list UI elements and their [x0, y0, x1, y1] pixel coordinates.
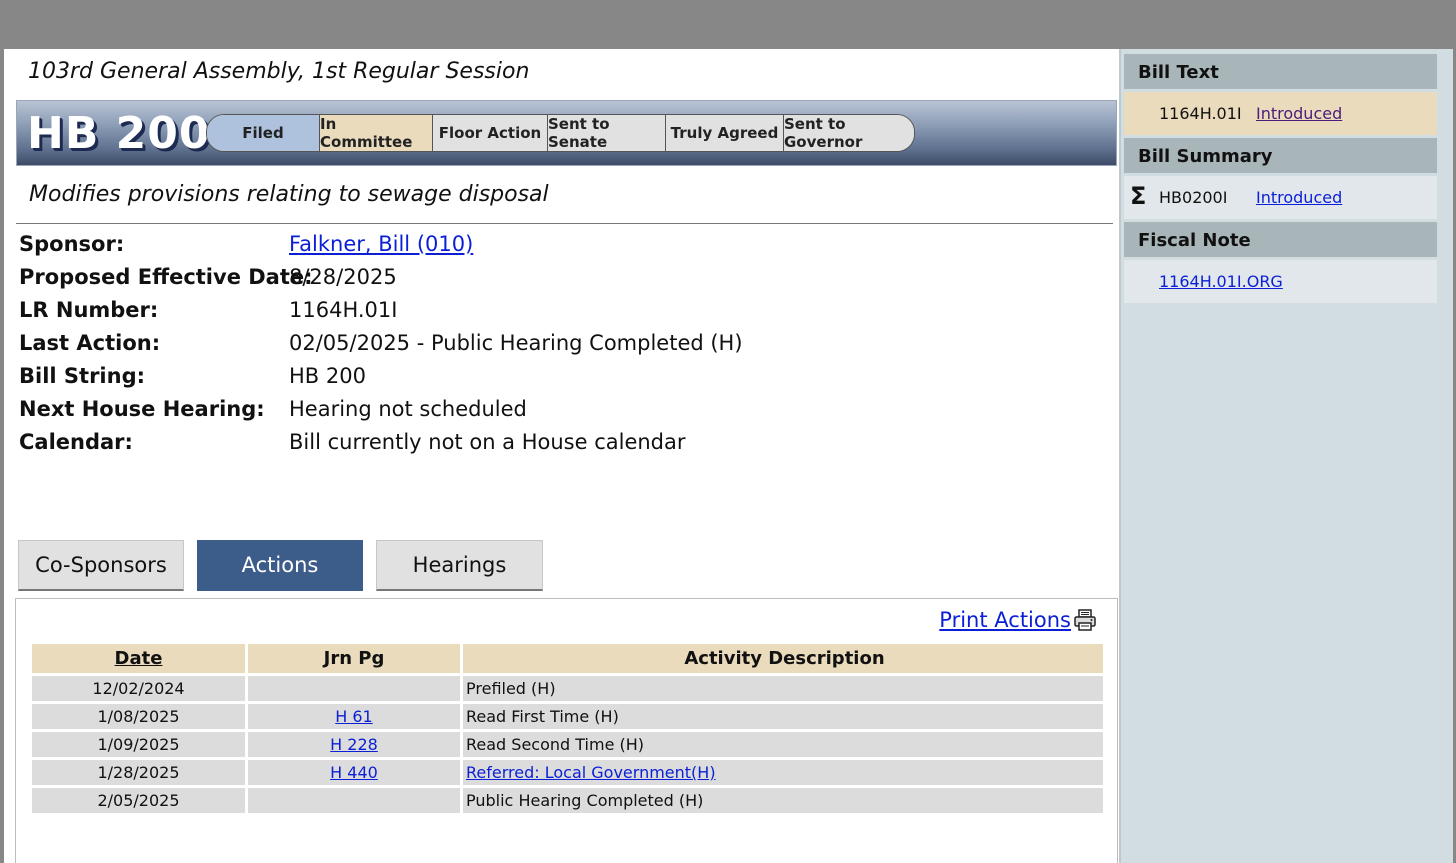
actions-table: Date Jrn Pg Activity Description 12/02/2… — [29, 641, 1106, 816]
journal-page-link[interactable]: H 228 — [330, 735, 378, 754]
action-jrn-pg — [248, 676, 460, 701]
bill-string-label: Bill String: — [19, 364, 146, 388]
status-step-sent-to-governor: Sent to Governor — [784, 115, 914, 151]
status-step-truly-agreed: Truly Agreed — [666, 115, 784, 151]
last-action-label: Last Action: — [19, 331, 161, 355]
calendar-label: Calendar: — [19, 430, 133, 454]
status-step-filed: Filed — [207, 115, 320, 151]
tab-co-sponsors[interactable]: Co-Sponsors — [18, 540, 184, 591]
status-step-sent-to-senate: Sent to Senate — [548, 115, 666, 151]
next-hearing-value: Hearing not scheduled — [289, 397, 527, 421]
action-date: 1/08/2025 — [32, 704, 245, 729]
fiscal-note-link[interactable]: 1164H.01I.ORG — [1159, 272, 1283, 291]
bill-number: HB 200 — [27, 108, 211, 159]
bill-summary-header: Bill Summary — [1124, 138, 1437, 173]
action-date: 1/28/2025 — [32, 760, 245, 785]
sponsor-label: Sponsor: — [19, 232, 125, 256]
calendar-value: Bill currently not on a House calendar — [289, 430, 686, 454]
print-actions-link[interactable]: Print Actions — [939, 608, 1071, 632]
activity-column-header: Activity Description — [463, 644, 1103, 673]
next-hearing-label: Next House Hearing: — [19, 397, 265, 421]
action-description: Read Second Time (H) — [463, 732, 1103, 757]
table-row: 2/05/2025 Public Hearing Completed (H) — [32, 788, 1103, 813]
bill-text-introduced-link[interactable]: Introduced — [1256, 104, 1342, 123]
bill-text-header: Bill Text — [1124, 54, 1437, 89]
action-description: Public Hearing Completed (H) — [463, 788, 1103, 813]
bill-summary-introduced-link[interactable]: Introduced — [1256, 188, 1342, 207]
date-column-header: Date — [32, 644, 245, 673]
bill-text-code: 1164H.01I — [1159, 104, 1242, 123]
action-date: 12/02/2024 — [32, 676, 245, 701]
sigma-icon: Σ — [1130, 182, 1147, 210]
tab-hearings[interactable]: Hearings — [376, 540, 543, 591]
lr-number-value: 1164H.01I — [289, 298, 398, 322]
page: 103rd General Assembly, 1st Regular Sess… — [4, 49, 1453, 863]
journal-page-link[interactable]: H 61 — [335, 707, 372, 726]
session-title: 103rd General Assembly, 1st Regular Sess… — [28, 59, 530, 84]
bill-summary-row: Σ HB0200I Introduced — [1124, 176, 1437, 219]
fiscal-note-row: 1164H.01I.ORG — [1124, 260, 1437, 303]
action-description: Referred: Local Government(H) — [463, 760, 1103, 785]
action-jrn-pg: H 61 — [248, 704, 460, 729]
table-row: 1/08/2025 H 61 Read First Time (H) — [32, 704, 1103, 729]
divider — [16, 223, 1113, 224]
effective-date-value: 8/28/2025 — [289, 265, 397, 289]
committee-referral-link[interactable]: Referred: Local Government(H) — [466, 763, 716, 782]
bill-summary-code: HB0200I — [1159, 188, 1228, 207]
last-action-value: 02/05/2025 - Public Hearing Completed (H… — [289, 331, 743, 355]
action-jrn-pg: H 228 — [248, 732, 460, 757]
action-date: 2/05/2025 — [32, 788, 245, 813]
printer-icon[interactable] — [1073, 608, 1097, 632]
sidebar: Bill Text 1164H.01I Introduced Bill Summ… — [1119, 49, 1453, 863]
sort-by-date-link[interactable]: Date — [115, 648, 163, 669]
bill-description: Modifies provisions relating to sewage d… — [29, 182, 549, 207]
action-description: Read First Time (H) — [463, 704, 1103, 729]
jrn-pg-column-header: Jrn Pg — [248, 644, 460, 673]
lr-number-label: LR Number: — [19, 298, 159, 322]
action-description: Prefiled (H) — [463, 676, 1103, 701]
action-date: 1/09/2025 — [32, 732, 245, 757]
tab-actions[interactable]: Actions — [197, 540, 363, 591]
table-header-row: Date Jrn Pg Activity Description — [32, 644, 1103, 673]
sponsor-link[interactable]: Falkner, Bill (010) — [289, 232, 473, 256]
effective-date-label: Proposed Effective Date: — [19, 265, 313, 289]
journal-page-link[interactable]: H 440 — [330, 763, 378, 782]
bill-text-row: 1164H.01I Introduced — [1124, 92, 1437, 135]
bill-string-value: HB 200 — [289, 364, 366, 388]
table-row: 12/02/2024 Prefiled (H) — [32, 676, 1103, 701]
table-row: 1/28/2025 H 440 Referred: Local Governme… — [32, 760, 1103, 785]
bill-banner: HB 200 Filed In Committee Floor Action S… — [16, 100, 1117, 166]
fiscal-note-header: Fiscal Note — [1124, 222, 1437, 257]
status-step-floor-action: Floor Action — [433, 115, 548, 151]
actions-panel: Print Actions Date Jrn Pg Activity Descr… — [15, 598, 1118, 863]
status-step-in-committee: In Committee — [320, 115, 433, 151]
table-row: 1/09/2025 H 228 Read Second Time (H) — [32, 732, 1103, 757]
status-track: Filed In Committee Floor Action Sent to … — [206, 114, 915, 152]
action-jrn-pg — [248, 788, 460, 813]
action-jrn-pg: H 440 — [248, 760, 460, 785]
